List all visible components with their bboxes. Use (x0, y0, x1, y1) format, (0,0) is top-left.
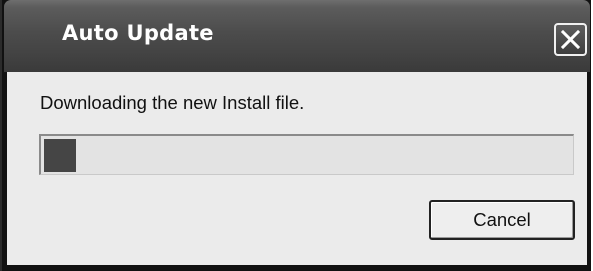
dialog-body: Downloading the new Install file. Cancel (7, 72, 587, 265)
auto-update-dialog: Auto Update Downloading the new Install … (0, 0, 591, 271)
status-message: Downloading the new Install file. (40, 92, 305, 113)
close-button[interactable] (554, 23, 587, 56)
close-icon (560, 29, 581, 50)
cancel-button[interactable]: Cancel (429, 200, 575, 240)
progress-fill (44, 139, 76, 172)
download-progress-bar (39, 134, 574, 175)
window-title: Auto Update (62, 21, 214, 45)
title-bar[interactable]: Auto Update (4, 0, 590, 72)
